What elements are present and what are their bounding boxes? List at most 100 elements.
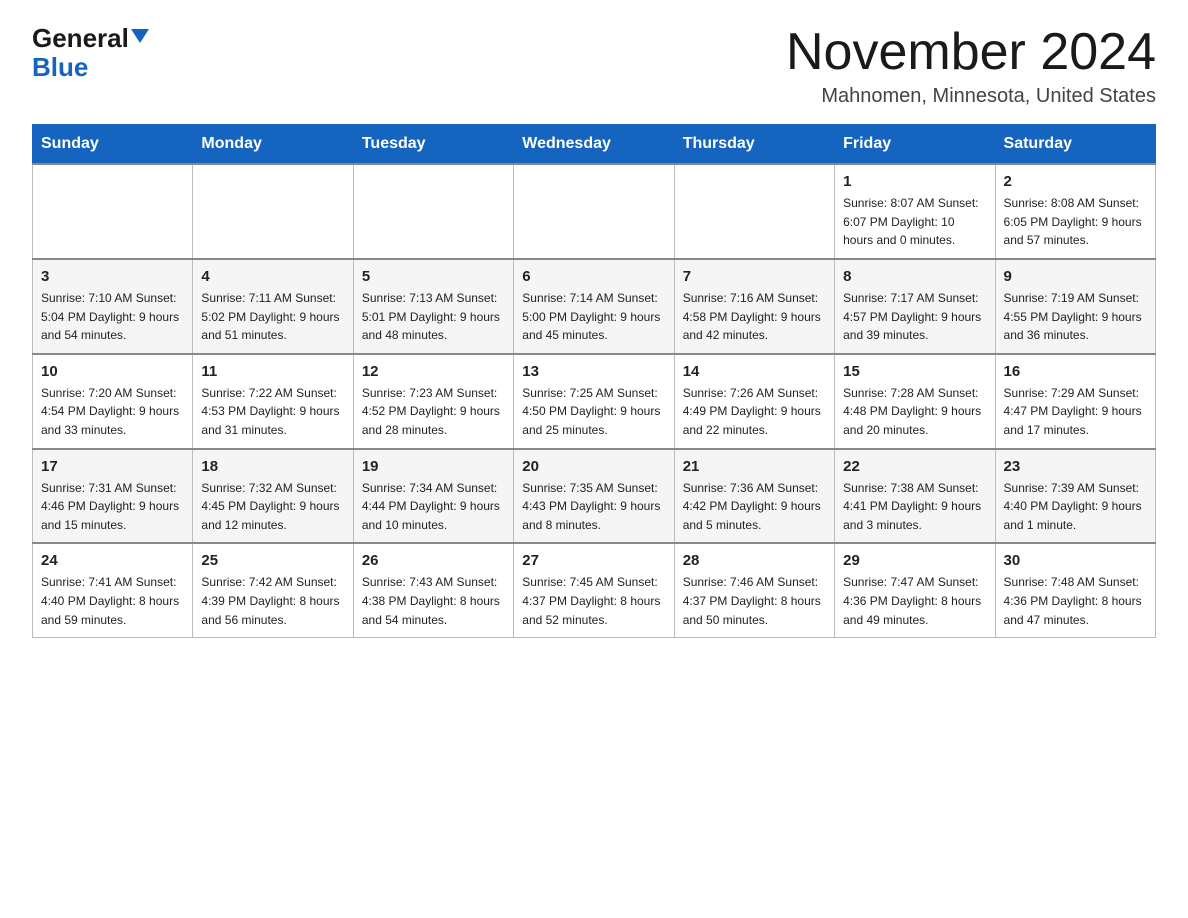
weekday-header-wednesday: Wednesday — [514, 125, 674, 165]
logo-general-text: General — [32, 24, 129, 53]
day-info: Sunrise: 7:10 AM Sunset: 5:04 PM Dayligh… — [41, 289, 184, 345]
day-info: Sunrise: 7:41 AM Sunset: 4:40 PM Dayligh… — [41, 573, 184, 629]
day-number: 27 — [522, 552, 665, 569]
logo-blue-text: Blue — [32, 53, 88, 82]
page-header: General Blue November 2024 Mahnomen, Min… — [32, 24, 1156, 108]
day-info: Sunrise: 7:22 AM Sunset: 4:53 PM Dayligh… — [201, 384, 344, 440]
day-number: 15 — [843, 363, 986, 380]
calendar-cell: 7Sunrise: 7:16 AM Sunset: 4:58 PM Daylig… — [674, 259, 834, 354]
day-number: 8 — [843, 268, 986, 285]
day-info: Sunrise: 7:16 AM Sunset: 4:58 PM Dayligh… — [683, 289, 826, 345]
week-row-4: 17 Sunrise: 7:31 AM Sunset: 4:46 PM Dayli… — [33, 449, 1156, 544]
day-info: Sunrise: 7:45 AM Sunset: 4:37 PM Dayligh… — [522, 573, 665, 629]
calendar-table: SundayMondayTuesdayWednesdayThursdayFrid… — [32, 124, 1156, 638]
calendar-cell: 14 Sunrise: 7:26 AM Sunset: 4:49 PM Dayli… — [674, 354, 834, 449]
day-info: Sunrise: 7:17 AM Sunset: 4:57 PM Dayligh… — [843, 289, 986, 345]
day-info: Sunrise: 7:35 AM Sunset: 4:43 PM Dayligh… — [522, 479, 665, 535]
day-number: 20 — [522, 458, 665, 475]
calendar-cell — [514, 164, 674, 259]
logo: General Blue — [32, 24, 149, 81]
calendar-cell: 16 Sunrise: 7:29 AM Sunset: 4:47 PM Dayli… — [995, 354, 1155, 449]
location-title: Mahnomen, Minnesota, United States — [786, 85, 1156, 108]
calendar-cell: 28 Sunrise: 7:46 AM Sunset: 4:37 PM Dayli… — [674, 543, 834, 637]
calendar-cell — [193, 164, 353, 259]
day-info: Sunrise: 7:42 AM Sunset: 4:39 PM Dayligh… — [201, 573, 344, 629]
day-info: Sunrise: 7:34 AM Sunset: 4:44 PM Dayligh… — [362, 479, 505, 535]
calendar-cell: 19 Sunrise: 7:34 AM Sunset: 4:44 PM Dayli… — [353, 449, 513, 544]
weekday-header-friday: Friday — [835, 125, 995, 165]
calendar-cell: 21 Sunrise: 7:36 AM Sunset: 4:42 PM Dayli… — [674, 449, 834, 544]
calendar-cell: 27 Sunrise: 7:45 AM Sunset: 4:37 PM Dayli… — [514, 543, 674, 637]
day-number: 9 — [1004, 268, 1147, 285]
calendar-cell — [674, 164, 834, 259]
calendar-cell: 24 Sunrise: 7:41 AM Sunset: 4:40 PM Dayli… — [33, 543, 193, 637]
weekday-header-row: SundayMondayTuesdayWednesdayThursdayFrid… — [33, 125, 1156, 165]
calendar-cell: 11 Sunrise: 7:22 AM Sunset: 4:53 PM Dayli… — [193, 354, 353, 449]
day-number: 24 — [41, 552, 184, 569]
day-number: 21 — [683, 458, 826, 475]
day-number: 16 — [1004, 363, 1147, 380]
calendar-cell: 22 Sunrise: 7:38 AM Sunset: 4:41 PM Dayli… — [835, 449, 995, 544]
calendar-cell: 30Sunrise: 7:48 AM Sunset: 4:36 PM Dayli… — [995, 543, 1155, 637]
day-info: Sunrise: 7:43 AM Sunset: 4:38 PM Dayligh… — [362, 573, 505, 629]
week-row-3: 10 Sunrise: 7:20 AM Sunset: 4:54 PM Dayli… — [33, 354, 1156, 449]
calendar-cell: 2Sunrise: 8:08 AM Sunset: 6:05 PM Daylig… — [995, 164, 1155, 259]
calendar-cell: 13Sunrise: 7:25 AM Sunset: 4:50 PM Dayli… — [514, 354, 674, 449]
calendar-cell: 8 Sunrise: 7:17 AM Sunset: 4:57 PM Daylig… — [835, 259, 995, 354]
day-info: Sunrise: 7:29 AM Sunset: 4:47 PM Dayligh… — [1004, 384, 1147, 440]
day-number: 30 — [1004, 552, 1147, 569]
day-info: Sunrise: 7:26 AM Sunset: 4:49 PM Dayligh… — [683, 384, 826, 440]
weekday-header-saturday: Saturday — [995, 125, 1155, 165]
day-number: 1 — [843, 173, 986, 190]
day-number: 28 — [683, 552, 826, 569]
calendar-cell: 12 Sunrise: 7:23 AM Sunset: 4:52 PM Dayli… — [353, 354, 513, 449]
calendar-cell: 6 Sunrise: 7:14 AM Sunset: 5:00 PM Daylig… — [514, 259, 674, 354]
weekday-header-monday: Monday — [193, 125, 353, 165]
week-row-2: 3 Sunrise: 7:10 AM Sunset: 5:04 PM Daylig… — [33, 259, 1156, 354]
day-number: 13 — [522, 363, 665, 380]
day-number: 3 — [41, 268, 184, 285]
calendar-cell: 26 Sunrise: 7:43 AM Sunset: 4:38 PM Dayli… — [353, 543, 513, 637]
day-number: 19 — [362, 458, 505, 475]
calendar-cell: 18Sunrise: 7:32 AM Sunset: 4:45 PM Dayli… — [193, 449, 353, 544]
day-info: Sunrise: 7:46 AM Sunset: 4:37 PM Dayligh… — [683, 573, 826, 629]
calendar-cell: 5Sunrise: 7:13 AM Sunset: 5:01 PM Daylig… — [353, 259, 513, 354]
day-number: 22 — [843, 458, 986, 475]
week-row-1: 1 Sunrise: 8:07 AM Sunset: 6:07 PM Daylig… — [33, 164, 1156, 259]
day-number: 29 — [843, 552, 986, 569]
day-number: 10 — [41, 363, 184, 380]
day-number: 6 — [522, 268, 665, 285]
day-number: 2 — [1004, 173, 1147, 190]
weekday-header-tuesday: Tuesday — [353, 125, 513, 165]
day-info: Sunrise: 7:20 AM Sunset: 4:54 PM Dayligh… — [41, 384, 184, 440]
day-number: 17 — [41, 458, 184, 475]
day-info: Sunrise: 7:36 AM Sunset: 4:42 PM Dayligh… — [683, 479, 826, 535]
day-info: Sunrise: 7:14 AM Sunset: 5:00 PM Dayligh… — [522, 289, 665, 345]
calendar-cell: 1 Sunrise: 8:07 AM Sunset: 6:07 PM Daylig… — [835, 164, 995, 259]
calendar-cell: 17 Sunrise: 7:31 AM Sunset: 4:46 PM Dayli… — [33, 449, 193, 544]
calendar-cell: 15Sunrise: 7:28 AM Sunset: 4:48 PM Dayli… — [835, 354, 995, 449]
title-block: November 2024 Mahnomen, Minnesota, Unite… — [786, 24, 1156, 108]
day-number: 26 — [362, 552, 505, 569]
day-info: Sunrise: 7:19 AM Sunset: 4:55 PM Dayligh… — [1004, 289, 1147, 345]
week-row-5: 24 Sunrise: 7:41 AM Sunset: 4:40 PM Dayli… — [33, 543, 1156, 637]
day-info: Sunrise: 7:31 AM Sunset: 4:46 PM Dayligh… — [41, 479, 184, 535]
day-number: 18 — [201, 458, 344, 475]
day-info: Sunrise: 7:47 AM Sunset: 4:36 PM Dayligh… — [843, 573, 986, 629]
calendar-cell: 20 Sunrise: 7:35 AM Sunset: 4:43 PM Dayli… — [514, 449, 674, 544]
calendar-cell — [33, 164, 193, 259]
calendar-cell: 23Sunrise: 7:39 AM Sunset: 4:40 PM Dayli… — [995, 449, 1155, 544]
logo-triangle-icon — [131, 29, 149, 43]
day-info: Sunrise: 7:23 AM Sunset: 4:52 PM Dayligh… — [362, 384, 505, 440]
day-number: 11 — [201, 363, 344, 380]
day-info: Sunrise: 8:07 AM Sunset: 6:07 PM Dayligh… — [843, 194, 986, 250]
calendar-cell — [353, 164, 513, 259]
day-number: 4 — [201, 268, 344, 285]
day-number: 12 — [362, 363, 505, 380]
calendar-cell: 9 Sunrise: 7:19 AM Sunset: 4:55 PM Daylig… — [995, 259, 1155, 354]
calendar-cell: 3 Sunrise: 7:10 AM Sunset: 5:04 PM Daylig… — [33, 259, 193, 354]
day-number: 25 — [201, 552, 344, 569]
day-number: 14 — [683, 363, 826, 380]
day-number: 23 — [1004, 458, 1147, 475]
day-info: Sunrise: 7:38 AM Sunset: 4:41 PM Dayligh… — [843, 479, 986, 535]
